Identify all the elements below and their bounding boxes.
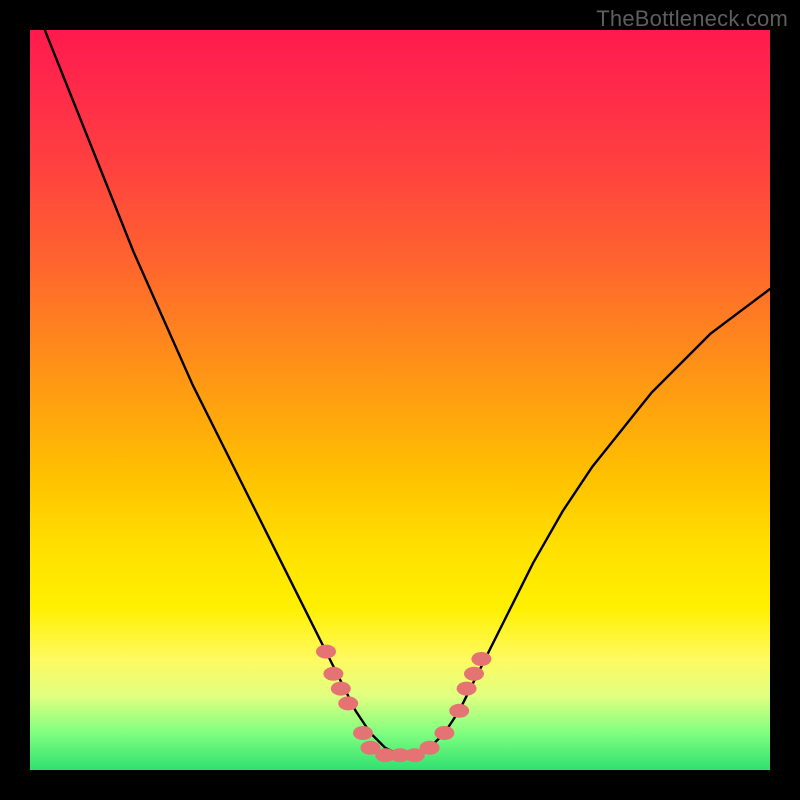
curve-marker [323, 667, 343, 681]
curve-marker [464, 667, 484, 681]
curve-marker [471, 652, 491, 666]
plot-area [30, 30, 770, 770]
curve-markers [316, 645, 491, 763]
curve-marker [449, 704, 469, 718]
watermark-text: TheBottleneck.com [596, 6, 788, 32]
curve-marker [353, 726, 373, 740]
curve-marker [420, 741, 440, 755]
chart-container: TheBottleneck.com [0, 0, 800, 800]
curve-marker [434, 726, 454, 740]
curve-marker [457, 682, 477, 696]
curve-marker [338, 696, 358, 710]
bottleneck-curve [45, 30, 770, 755]
curve-marker [316, 645, 336, 659]
curve-svg [30, 30, 770, 770]
curve-marker [331, 682, 351, 696]
